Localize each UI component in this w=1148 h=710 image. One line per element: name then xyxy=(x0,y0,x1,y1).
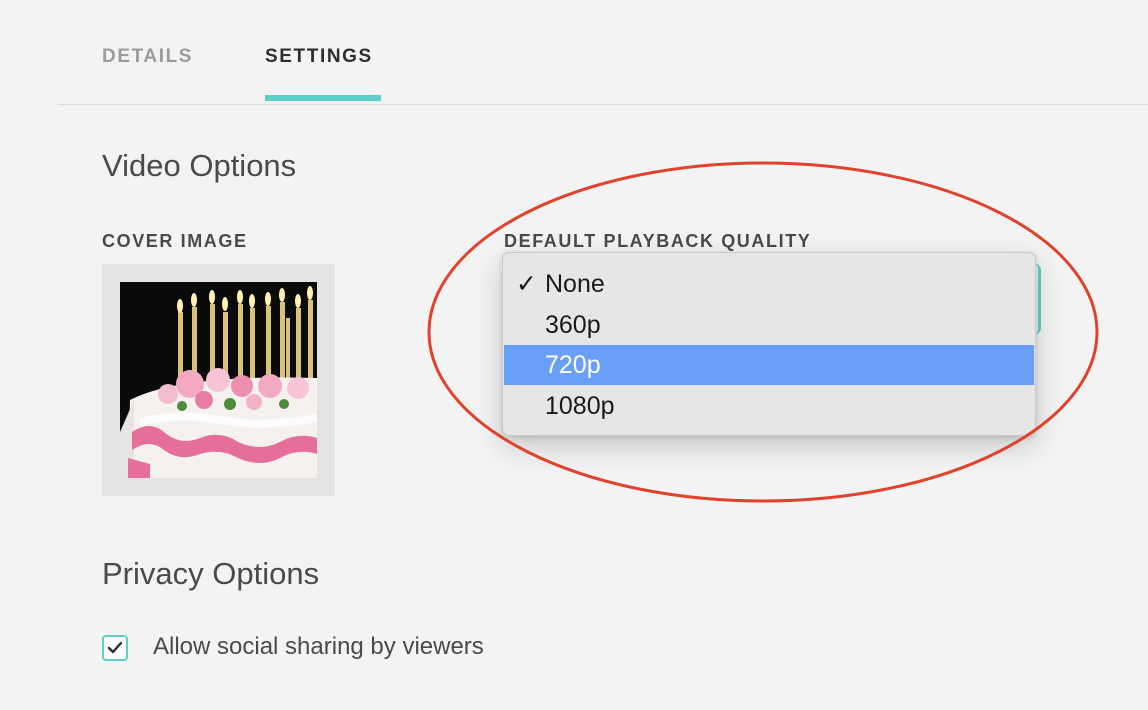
social-sharing-label: Allow social sharing by viewers xyxy=(153,633,484,660)
playback-quality-dropdown: ✓ None 360p 720p 1080p xyxy=(502,252,1036,436)
checkmark-icon: ✓ xyxy=(516,270,537,298)
social-sharing-checkbox[interactable] xyxy=(102,635,128,661)
option-360p[interactable]: 360p xyxy=(504,305,1034,345)
cover-image[interactable] xyxy=(120,282,317,478)
option-1080p[interactable]: 1080p xyxy=(504,386,1034,426)
option-label: 720p xyxy=(545,351,601,379)
settings-page: DETAILS SETTINGS Video Options COVER IMA… xyxy=(0,0,1148,710)
tab-settings[interactable]: SETTINGS xyxy=(265,46,373,68)
cover-image-frame[interactable] xyxy=(102,264,335,496)
option-720p[interactable]: 720p xyxy=(504,345,1034,385)
playback-quality-label: DEFAULT PLAYBACK QUALITY xyxy=(504,231,812,251)
privacy-options-heading: Privacy Options xyxy=(102,556,320,591)
option-label: 360p xyxy=(545,311,601,339)
option-label: 1080p xyxy=(545,392,615,420)
option-label: None xyxy=(545,270,605,298)
tab-details[interactable]: DETAILS xyxy=(102,46,193,68)
active-tab-indicator xyxy=(265,95,381,101)
option-none[interactable]: ✓ None xyxy=(504,264,1034,304)
checkmark-icon xyxy=(107,641,123,654)
video-options-heading: Video Options xyxy=(102,148,297,183)
tab-bar: DETAILS SETTINGS xyxy=(58,0,1148,105)
cover-image-label: COVER IMAGE xyxy=(102,231,248,251)
